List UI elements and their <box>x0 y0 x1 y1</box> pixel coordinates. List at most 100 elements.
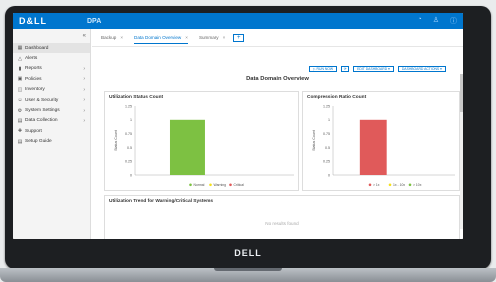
add-tab-button[interactable]: + <box>233 33 245 42</box>
refresh-button[interactable]: ⟳ <box>341 66 350 72</box>
legend-marker <box>388 183 392 187</box>
sidebar-item-inventory[interactable]: ◫ Inventory › <box>13 85 90 95</box>
support-icon: ✚ <box>17 128 23 135</box>
sidebar-item-alerts[interactable]: △ Alerts <box>13 53 90 63</box>
chevron-right-icon: › <box>83 65 85 72</box>
legend-marker <box>408 183 412 187</box>
y-tick-label: 1.25 <box>323 104 330 108</box>
alert-icon: △ <box>18 55 22 62</box>
y-axis-label: Status Count <box>114 130 118 151</box>
bell-icon[interactable]: ◔ <box>417 16 421 26</box>
sidebar-item-label: User & Security <box>25 97 59 103</box>
tab-summary[interactable]: Summary × <box>199 32 225 43</box>
utilization-status-chart: 0 0.25 0.5 0.75 1 1.25 Status Count Normal Warni… <box>114 104 294 187</box>
legend-label: Warning <box>214 183 227 187</box>
reports-icon: ▮ <box>18 65 22 72</box>
vertical-scrollbar[interactable] <box>460 74 463 229</box>
sidebar-item-support[interactable]: ✚ Support <box>13 126 90 136</box>
legend-label: > 1x <box>373 183 380 187</box>
y-tick-label: 0 <box>130 173 132 177</box>
policies-icon: ▣ <box>17 76 23 83</box>
legend-label: 1x - 10x <box>393 183 405 187</box>
dashboard-icon: ▦ <box>17 45 23 52</box>
tab-backup[interactable]: Backup × <box>101 32 123 43</box>
y-tick-label: 1 <box>130 118 132 122</box>
top-bar: D&LL DPA ◔ ♙ ⓘ <box>13 13 463 29</box>
utilization-status-panel: Utilization Status Count 0 0.25 0.5 0.75 1 1.… <box>104 91 299 191</box>
y-tick-label: 0.25 <box>125 160 132 164</box>
sidebar-item-label: Dashboard <box>25 45 49 51</box>
edit-dashboard-button[interactable]: EDIT DASHBOARD ▾ <box>353 66 394 72</box>
legend-marker <box>229 183 232 187</box>
settings-icon: ⚙ <box>17 107 23 114</box>
y-tick-label: 0.5 <box>127 146 132 150</box>
data-collection-icon: ▤ <box>17 117 23 124</box>
utilization-trend-panel: Utilization Trend for Warning/Critical S… <box>104 195 460 239</box>
bar[interactable] <box>169 119 205 175</box>
dashboard-title: Data Domain Overview <box>246 76 309 82</box>
sidebar-item-label: Inventory <box>25 87 45 93</box>
compression-ratio-panel: Compression Ratio Count 0 0.25 0.5 0.75 1 1.2… <box>302 91 460 191</box>
top-icons: ◔ ♙ ⓘ <box>417 16 457 26</box>
chevron-right-icon: › <box>83 107 85 114</box>
screen: D&LL DPA ◔ ♙ ⓘ « ▦ Dashboard △ Alerts ▮ Reports… <box>13 13 463 239</box>
y-tick-label: 0.5 <box>325 146 330 150</box>
sidebar-item-policies[interactable]: ▣ Policies › <box>13 74 90 84</box>
sidebar-items: ▦ Dashboard △ Alerts ▮ Reports › ▣ Policies › ◫ Inv… <box>13 43 90 147</box>
close-tab-icon[interactable]: × <box>185 35 188 40</box>
chevron-right-icon: › <box>83 97 85 104</box>
compression-ratio-chart: 0 0.25 0.5 0.75 1 1.25 Status Count > 1x 1x - 10… <box>312 104 455 187</box>
sidebar-item-label: Setup Guide <box>25 139 52 145</box>
y-tick-label: 1 <box>328 118 330 122</box>
legend-marker <box>209 183 212 187</box>
sidebar-item-label: Alerts <box>25 56 38 62</box>
dell-logo: D&LL <box>19 16 47 26</box>
dashboard-toolbar: ▷ RUN NOW ⟳ EDIT DASHBOARD ▾ DASHBOARD A… <box>309 66 446 72</box>
inventory-icon: ◫ <box>17 86 23 93</box>
tab-label: Summary <box>198 35 219 40</box>
tab-data-domain-overview[interactable]: Data Domain Overview × <box>134 32 188 44</box>
app-name: DPA <box>87 17 102 25</box>
help-icon[interactable]: ⓘ <box>450 16 457 26</box>
close-tab-icon[interactable]: × <box>223 35 226 40</box>
legend-marker <box>189 183 192 187</box>
legend-marker <box>368 183 372 187</box>
main-content: Backup × Data Domain Overview × Summary × + ▷ … <box>92 29 463 239</box>
chevron-right-icon: › <box>83 76 85 83</box>
legend-label: > 10x <box>413 183 422 187</box>
close-tab-icon[interactable]: × <box>120 35 123 40</box>
bar[interactable] <box>359 119 387 175</box>
user-icon[interactable]: ♙ <box>433 16 439 26</box>
y-tick-label: 0.75 <box>125 132 132 136</box>
y-axis-label: Status Count <box>312 130 316 151</box>
sidebar-item-label: Support <box>25 128 42 134</box>
y-tick-label: 1.25 <box>125 104 132 108</box>
sidebar: « ▦ Dashboard △ Alerts ▮ Reports › ▣ Policies › ◫ I… <box>13 29 91 239</box>
tab-bar: Backup × Data Domain Overview × Summary × + <box>92 29 463 47</box>
user-security-icon: ☺ <box>17 97 23 104</box>
sidebar-item-data-collection[interactable]: ▤ Data Collection › <box>13 116 90 126</box>
trend-title: Utilization Trend for Warning/Critical S… <box>109 199 214 204</box>
run-now-button[interactable]: ▷ RUN NOW <box>309 66 338 72</box>
collapse-sidebar-icon[interactable]: « <box>83 33 86 39</box>
y-tick-label: 0.75 <box>323 132 330 136</box>
sidebar-item-system-settings[interactable]: ⚙ System Settings › <box>13 105 90 115</box>
chevron-right-icon: › <box>83 117 85 124</box>
setup-icon: ▤ <box>17 138 23 145</box>
sidebar-item-label: Reports <box>25 66 42 72</box>
sidebar-item-label: Data Collection <box>25 118 58 124</box>
y-tick-label: 0 <box>328 173 330 177</box>
sidebar-item-dashboard[interactable]: ▦ Dashboard <box>13 43 90 54</box>
dashboard-actions-button[interactable]: DASHBOARD ACTIONS ▾ <box>397 66 446 72</box>
no-results-text: No results found <box>265 221 299 226</box>
sidebar-item-user-security[interactable]: ☺ User & Security › <box>13 95 90 105</box>
sidebar-item-setup-guide[interactable]: ▤ Setup Guide <box>13 137 90 147</box>
scrollbar-thumb[interactable] <box>460 74 463 112</box>
y-tick-label: 0.25 <box>323 160 330 164</box>
legend-label: Critical <box>234 183 245 187</box>
sidebar-item-label: System Settings <box>25 108 60 114</box>
sidebar-item-reports[interactable]: ▮ Reports › <box>13 64 90 74</box>
legend-label: Normal <box>194 183 205 187</box>
laptop-notch <box>214 268 282 271</box>
sidebar-item-label: Policies <box>25 76 42 82</box>
